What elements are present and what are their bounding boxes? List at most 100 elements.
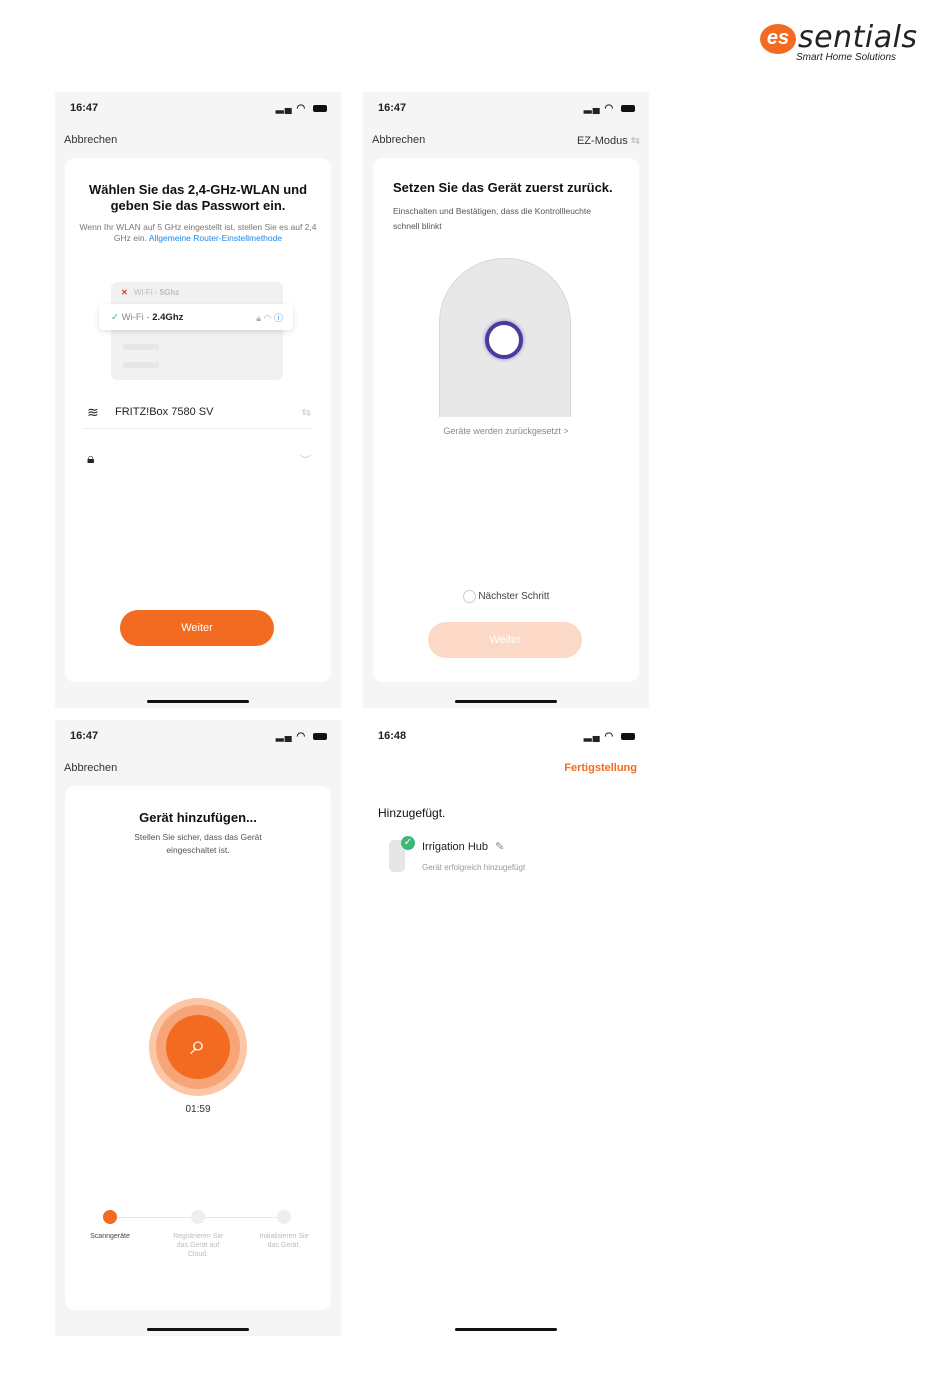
signal-icon: ▂▄ [583, 731, 601, 742]
next-step-checkbox[interactable]: Nächster Schritt [373, 590, 639, 603]
home-indicator [147, 1328, 249, 1331]
cancel-button[interactable]: Abbrechen [64, 134, 117, 146]
wifi-24ghz-row: ✓ Wi-Fi - 2.4Ghz 🔒︎ ◠ ⓘ [99, 304, 293, 330]
wifi-icon: ◠ [604, 103, 615, 114]
lock-icon: 🔒︎ [256, 313, 262, 323]
reset-card: Setzen Sie das Gerät zuerst zurück. Eins… [373, 158, 639, 682]
progress-steps: Scanngeräte Registrieren Sie das Gerät a… [65, 1210, 331, 1280]
page-title: Setzen Sie das Gerät zuerst zurück. [393, 180, 613, 195]
wifi-24ghz-label: 2.4Ghz [152, 312, 184, 323]
signal-icon: ▂▄ [275, 731, 293, 742]
essentials-logo: es sentials Smart Home Solutions [760, 20, 917, 66]
signal-icon: ▂▄ [275, 103, 293, 114]
logo-mark: es [760, 24, 796, 54]
page-title: Wählen Sie das 2,4-GHz-WLAN und geben Si… [88, 182, 308, 213]
screen-reset-device: 16:47 ▂▄ ◠ Abbrechen EZ-Modus ⇆ Setzen S… [363, 92, 649, 708]
step-connector [117, 1217, 195, 1218]
screen-adding-device: 16:47 ▂▄ ◠ Abbrechen Gerät hinzufügen...… [55, 720, 341, 1336]
status-time: 16:47 [70, 102, 99, 114]
wifi-card: Wählen Sie das 2,4-GHz-WLAN und geben Si… [65, 158, 331, 682]
status-icons: ▂▄ ◠ [584, 731, 635, 742]
battery-icon [313, 732, 327, 740]
signal-icon: ▂▄ [583, 103, 601, 114]
step-label: Initialisieren Sie das Gerät. [259, 1233, 309, 1249]
page-subtitle: Einschalten und Bestätigen, dass die Kon… [393, 206, 591, 231]
edit-pencil-icon[interactable]: ✎ [495, 841, 504, 853]
status-time: 16:47 [378, 102, 407, 114]
next-button[interactable]: Weiter [120, 610, 274, 646]
wifi-icon: ≋ [87, 404, 99, 420]
placeholder-bar [123, 344, 159, 350]
step-label: Scanngeräte [90, 1233, 130, 1240]
switch-network-icon[interactable]: ⇆ [302, 406, 311, 419]
ssid-value: FRITZ!Box 7580 SV [115, 406, 214, 418]
device-status: Gerät erfolgreich hinzugefügt [422, 863, 526, 872]
status-bar: 16:47 ▂▄ ◠ [55, 102, 341, 120]
page-subtitle: Stellen Sie sicher, dass das Gerät einge… [134, 832, 262, 855]
device-name-text: Irrigation Hub [422, 841, 489, 853]
wifi-signal-icon: ◠ [263, 313, 272, 323]
adding-card: Gerät hinzufügen... Stellen Sie sicher, … [65, 786, 331, 1310]
device-illustration [439, 258, 571, 417]
cross-icon: ✕ [121, 288, 128, 297]
status-bar: 16:47 ▂▄ ◠ [55, 730, 341, 748]
step-label: Registrieren Sie das Gerät auf Cloud. [173, 1233, 223, 1258]
battery-icon [313, 104, 327, 112]
wifi-5ghz-label: 5Ghz [159, 288, 180, 297]
countdown-timer: 01:59 [185, 1104, 211, 1115]
eye-closed-icon[interactable]: ︶ [300, 452, 311, 468]
reset-guide-link[interactable]: Geräte werden zurückgesetzt > [373, 426, 639, 436]
added-heading: Hinzugefügt. [378, 806, 446, 820]
status-time: 16:47 [70, 730, 99, 742]
home-indicator [147, 700, 249, 703]
logo-wordmark: sentials [798, 20, 918, 55]
router-settings-link[interactable]: Allgemeine Router-Einstellmethode [149, 233, 282, 243]
device-name[interactable]: Irrigation Hub ✎ [422, 840, 504, 853]
wifi-5ghz-prefix: Wi-Fi - [133, 288, 160, 297]
battery-icon [621, 104, 635, 112]
switch-icon: ⇆ [630, 135, 640, 147]
status-bar: 16:47 ▂▄ ◠ [363, 102, 649, 120]
step-scan-icon [103, 1210, 117, 1224]
password-field[interactable]: 🔒︎ ︶ [83, 444, 313, 474]
check-icon: ✓ [111, 312, 119, 323]
next-button-disabled[interactable]: Weiter [428, 622, 582, 658]
status-icons: ▂▄ ◠ [276, 103, 327, 114]
wifi-5ghz-row: ✕ Wi-Fi - 5Ghz [121, 288, 179, 297]
wifi-icon: ◠ [296, 103, 307, 114]
page-title: Gerät hinzufügen... [139, 810, 257, 825]
screen-wifi-setup: 16:47 ▂▄ ◠ Abbrechen Wählen Sie das 2,4-… [55, 92, 341, 708]
radio-icon [462, 590, 476, 603]
indicator-light [485, 321, 523, 359]
wifi-illustration: ✕ Wi-Fi - 5Ghz ✓ Wi-Fi - 2.4Ghz 🔒︎ ◠ ⓘ [99, 282, 293, 380]
mode-label: EZ-Modus [576, 135, 628, 147]
logo-tagline: Smart Home Solutions [796, 52, 897, 63]
step-init-icon [277, 1210, 291, 1224]
status-time: 16:48 [378, 730, 407, 742]
wifi-row-icons: 🔒︎ ◠ ⓘ [256, 311, 283, 324]
status-bar: 16:48 ▂▄ ◠ [363, 730, 649, 748]
battery-icon [621, 732, 635, 740]
status-icons: ▂▄ ◠ [276, 731, 327, 742]
ssid-field[interactable]: ≋ FRITZ!Box 7580 SV ⇆ [83, 398, 313, 429]
lock-icon: 🔒︎ [87, 450, 95, 466]
next-step-label: Nächster Schritt [478, 591, 550, 603]
wifi-icon: ◠ [604, 731, 615, 742]
wifi-hint: Wenn Ihr WLAN auf 5 GHz eingestellt ist,… [79, 222, 317, 244]
placeholder-bar [123, 362, 159, 368]
cancel-button[interactable]: Abbrechen [64, 762, 117, 774]
screen-device-added: 16:48 ▂▄ ◠ Fertigstellung Hinzugefügt. ✓… [363, 720, 649, 1336]
info-icon: ⓘ [273, 313, 283, 323]
step-connector [205, 1217, 285, 1218]
home-indicator [455, 1328, 557, 1331]
scan-animation: ⌕ [149, 998, 247, 1096]
cancel-button[interactable]: Abbrechen [372, 134, 425, 146]
wifi-icon: ◠ [296, 731, 307, 742]
home-indicator [455, 700, 557, 703]
wifi-24ghz-prefix: Wi-Fi - [121, 312, 153, 323]
search-icon: ⌕ [166, 1015, 230, 1079]
mode-switch[interactable]: EZ-Modus ⇆ [577, 134, 640, 147]
check-icon: ✓ [401, 836, 415, 850]
done-button[interactable]: Fertigstellung [564, 762, 637, 774]
status-icons: ▂▄ ◠ [584, 103, 635, 114]
